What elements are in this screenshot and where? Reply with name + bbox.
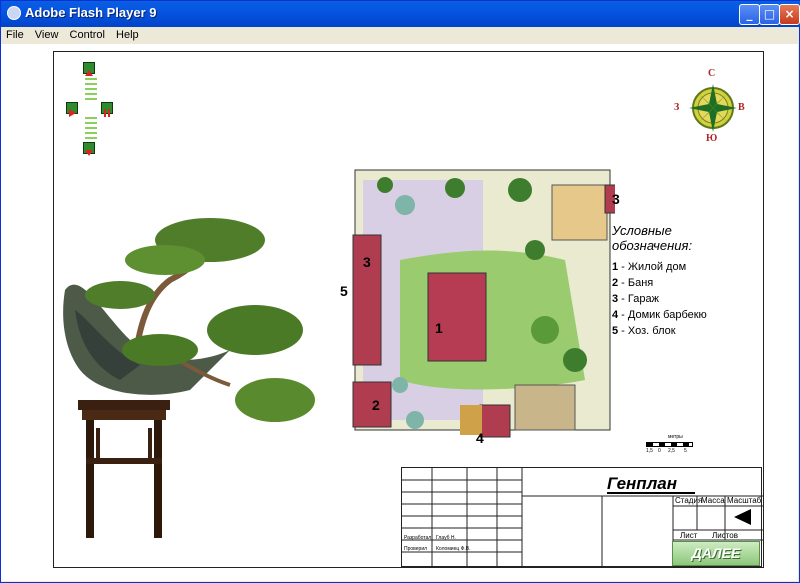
menu-bar: File View Control Help [2,27,799,45]
plan-marker-1: 1 [435,320,443,336]
scale-label: Масштаб [727,496,762,505]
legend-item: 4 - Домик барбекю [612,309,707,321]
menu-view[interactable]: View [31,27,63,43]
compass-north-label: С [708,68,716,79]
mass-label: Масса [701,496,725,505]
plan-marker-3: 3 [612,191,620,207]
plan-marker-5: 5 [340,283,348,299]
compass-rose: С Ю З В [674,68,748,144]
legend-item: 2 - Баня [612,277,654,289]
flash-player-icon [7,6,21,20]
zoom-stripe [85,137,97,139]
menu-help[interactable]: Help [112,27,143,43]
scroll-up-button[interactable] [83,62,95,76]
next-button[interactable]: ДАЛЕЕ [672,541,760,566]
title-underline [607,492,695,494]
plan-title: Генплан [607,474,677,493]
legend-item: 1 - Жилой дом [612,261,687,273]
sheet-label: Лист [680,531,698,540]
plan-legend: Условные обозначения: 1 - Жилой дом 2 - … [612,223,732,339]
pause-button[interactable] [101,102,113,117]
pause-icon [104,109,110,117]
scroll-left-button[interactable] [66,102,78,117]
zoom-stripe [85,98,97,100]
plan-marker-3-garage: 3 [363,254,371,270]
triangle-left-icon [734,509,751,525]
arrow-up-icon [85,70,93,76]
checked-label: Проверил [404,546,428,552]
back-button[interactable] [731,507,755,527]
compass-east-label: В [738,102,745,113]
arrow-right-icon [69,109,76,117]
sheets-label: Листов [712,531,738,540]
zoom-stripe [85,122,97,124]
legend-item: 3 - Гараж [612,293,659,305]
developed-label: Разработал [404,535,432,541]
legend-title-line2: обозначения: [612,238,693,253]
plan-marker-2: 2 [372,397,380,413]
zoom-stripe [85,127,97,129]
menu-file[interactable]: File [2,27,28,43]
scale-bar: метры 1,5 0 2,5 5 [646,434,696,454]
site-plan-drawing [352,169,615,438]
legend-item: 5 - Хоз. блок [612,325,676,337]
window-title: Adobe Flash Player 9 [25,5,157,20]
scale-bar-label: метры [668,434,683,440]
checked-name: Коломиец Ф.В. [436,546,471,552]
minimize-button[interactable]: _ [739,4,760,25]
zoom-stripe [85,117,97,119]
menu-control[interactable]: Control [66,27,109,43]
title-bar[interactable]: Adobe Flash Player 9 _ □ × [1,1,800,27]
zoom-stripe [85,78,97,80]
bonsai-illustration [63,218,315,538]
zoom-stripe [85,93,97,95]
plan-marker-4: 4 [476,430,484,446]
arrow-down-icon [85,150,93,156]
maximize-button[interactable]: □ [759,4,780,25]
zoom-stripe [85,83,97,85]
zoom-stripe [85,132,97,134]
close-button[interactable]: × [779,4,800,25]
legend-title-line1: Условные [612,223,672,238]
zoom-stripe [85,88,97,90]
compass-west-label: З [674,102,680,113]
developed-name: Глауб Н. [436,535,456,541]
navigation-pad [66,62,116,156]
scroll-down-button[interactable] [83,142,95,156]
compass-south-label: Ю [706,133,718,144]
stage-label: Стадия [675,496,703,505]
